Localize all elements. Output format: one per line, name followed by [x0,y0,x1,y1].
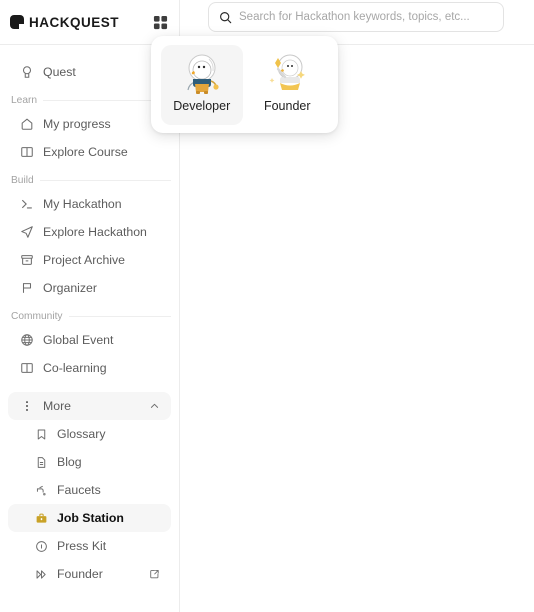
hackquest-logo-icon [10,15,25,30]
faucet-icon [34,483,49,498]
archive-box-icon [19,253,34,268]
sidebar-item-project-archive[interactable]: Project Archive [8,246,171,274]
sidebar-item-label: Glossary [57,427,106,441]
sidebar-item-label: Faucets [57,483,101,497]
logo-text: HACKQUEST [29,14,120,30]
sidebar-item-label: My progress [43,117,111,131]
briefcase-icon [34,511,49,526]
sidebar-item-explore-course[interactable]: Explore Course [8,138,171,166]
chevron-up-icon[interactable] [149,401,160,412]
sidebar-section-community: Community [8,311,171,322]
medal-icon [19,65,34,80]
sidebar-item-my-hackathon[interactable]: My Hackathon [8,190,171,218]
sidebar-item-label: Organizer [43,281,97,295]
sidebar-item-global-event[interactable]: Global Event [8,326,171,354]
role-option-label: Developer [173,98,231,113]
role-option-developer[interactable]: Developer [161,44,243,125]
search-icon [219,11,232,24]
sidebar-item-founder[interactable]: Founder [8,560,171,588]
sidebar-item-more[interactable]: More [8,392,171,420]
sidebar-item-faucets[interactable]: Faucets [8,476,171,504]
document-icon [34,455,49,470]
sidebar-item-glossary[interactable]: Glossary [8,420,171,448]
search-box[interactable] [208,2,504,32]
terminal-icon [19,197,34,212]
sidebar-item-label: Explore Hackathon [43,225,147,239]
sidebar-item-label: Co-learning [43,361,107,375]
role-option-label: Founder [263,98,311,113]
info-circle-icon [34,539,49,554]
sidebar-item-label: Press Kit [57,539,107,553]
search-input[interactable] [239,11,493,23]
section-label: Community [11,311,63,322]
dots-vertical-icon [19,399,34,414]
double-arrow-icon [34,567,49,582]
sidebar-item-label: Explore Course [43,145,128,159]
book-open-icon [19,145,34,160]
search-area [208,2,504,32]
sidebar-item-explore-hackathon[interactable]: Explore Hackathon [8,218,171,246]
sidebar-item-label: Project Archive [43,253,126,267]
sidebar-item-label: My Hackathon [43,197,122,211]
sidebar-item-my-progress[interactable]: My progress [8,110,171,138]
globe-icon [19,333,34,348]
sidebar-item-label: Quest [43,65,76,79]
flag-icon [19,281,34,296]
role-option-founder[interactable]: Founder [247,45,329,125]
sidebar-section-build: Build [8,175,171,186]
app-root: HACKQUEST Search for Hackathon keywords,… [0,0,534,612]
sidebar-item-label: More [43,399,72,413]
paper-plane-icon [19,225,34,240]
section-label: Learn [11,95,38,106]
sidebar-item-label: Founder [57,567,103,581]
home-icon [19,117,34,132]
grid-apps-icon[interactable] [152,14,169,31]
duck-astronaut-founder-illustration [260,50,314,96]
section-divider [68,316,171,317]
sidebar-item-job-station[interactable]: Job Station [8,504,171,532]
sidebar: Quest Learn My progress Explore Course B… [0,45,180,612]
sidebar-item-press-kit[interactable]: Press Kit [8,532,171,560]
section-label: Build [11,175,34,186]
sidebar-item-organizer[interactable]: Organizer [8,274,171,302]
section-divider [39,180,171,181]
sidebar-item-quest[interactable]: Quest [8,58,171,86]
external-link-icon[interactable] [149,569,160,580]
role-selector-popup: Developer Founder [151,36,338,133]
sidebar-item-label: Global Event [43,333,114,347]
sidebar-item-label: Blog [57,455,82,469]
sidebar-item-blog[interactable]: Blog [8,448,171,476]
bookmark-icon [34,427,49,442]
duck-astronaut-developer-illustration [175,50,229,96]
book-open-icon [19,361,34,376]
sidebar-item-co-learning[interactable]: Co-learning [8,354,171,382]
sidebar-item-label: Job Station [57,511,124,525]
sidebar-section-learn: Learn [8,95,171,106]
